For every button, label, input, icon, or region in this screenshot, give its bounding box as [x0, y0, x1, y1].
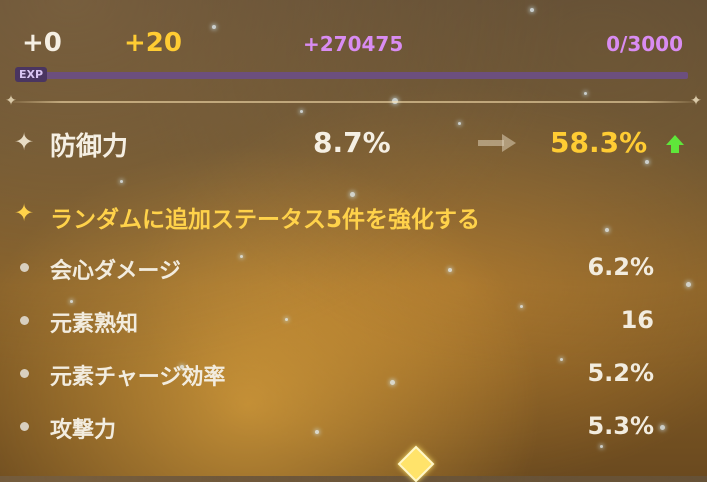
- bullet-icon: [20, 263, 29, 272]
- bullet-icon: [20, 316, 29, 325]
- sparkle: [120, 180, 123, 183]
- main-stat-new-value: 58.3%: [550, 126, 648, 159]
- substat-value: 5.2%: [587, 359, 654, 387]
- substat-value: 5.3%: [587, 412, 654, 440]
- exp-header: +0 +20 +270475 0/3000: [0, 28, 707, 58]
- exp-bar: [15, 72, 688, 79]
- sparkle: [600, 445, 603, 448]
- substat-row: 元素熟知 16: [0, 305, 707, 339]
- main-stat-current-value: 8.7%: [313, 126, 391, 159]
- substat-value: 16: [620, 306, 654, 334]
- substat-row: 元素チャージ効率 5.2%: [0, 358, 707, 392]
- substat-label: 攻撃力: [50, 418, 117, 443]
- substat-section-header: ✦ ランダムに追加ステータス5件を強化する: [0, 198, 707, 233]
- divider-diamond-icon: ✦: [5, 93, 17, 109]
- level-gain: +0: [22, 28, 62, 58]
- sparkle: [300, 110, 303, 113]
- increase-arrow-icon: [666, 135, 684, 153]
- substat-label: 会心ダメージ: [50, 259, 181, 284]
- sparkle: [350, 192, 355, 197]
- substat-row: 会心ダメージ 6.2%: [0, 252, 707, 286]
- upgrade-arrow-icon: [478, 134, 516, 152]
- sparkle: [70, 300, 73, 303]
- exp-gain: +270475: [303, 32, 404, 56]
- sparkle: [530, 8, 534, 12]
- main-stat-name: 防御力: [50, 132, 129, 162]
- exp-label: EXP: [15, 67, 48, 82]
- main-stat-star-icon: ✦: [14, 128, 35, 156]
- substat-section-title: ランダムに追加ステータス5件を強化する: [50, 207, 481, 233]
- divider: [6, 101, 701, 103]
- divider-diamond-icon: ✦: [690, 93, 702, 109]
- main-stat-row: ✦ 防御力 8.7% 58.3%: [0, 122, 707, 166]
- sparkle: [584, 92, 587, 95]
- substat-label: 元素熟知: [50, 312, 139, 337]
- bullet-icon: [20, 422, 29, 431]
- level-gain-next: +20: [124, 28, 182, 58]
- exp-progress: 0/3000: [606, 32, 683, 56]
- cursor-icon: [397, 445, 435, 482]
- substat-row: 攻撃力 5.3%: [0, 411, 707, 445]
- bullet-icon: [20, 369, 29, 378]
- substat-label: 元素チャージ効率: [50, 365, 226, 390]
- substat-value: 6.2%: [587, 253, 654, 281]
- gold-star-icon: ✦: [14, 199, 35, 227]
